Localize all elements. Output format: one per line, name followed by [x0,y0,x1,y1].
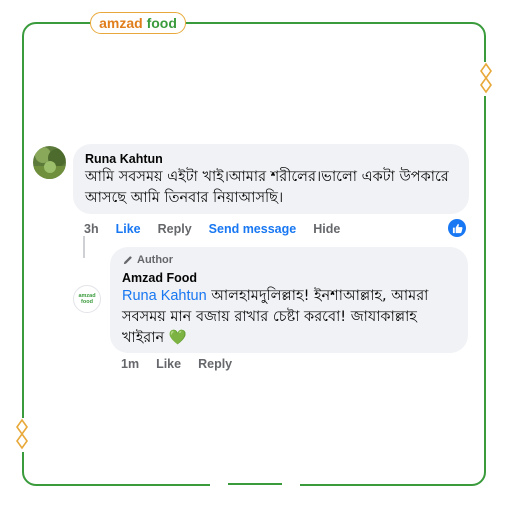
send-message-button[interactable]: Send message [209,222,297,236]
pencil-icon [123,255,132,264]
green-heart-emoji: 💚 [168,330,187,346]
thumbs-up-icon[interactable] [448,219,466,237]
bottom-divider [210,480,300,487]
comment-bubble: Runa Kahtun আমি সবসময় এইটা খাই।আমার শরী… [73,144,469,214]
brand-logo: amzad food [90,12,186,34]
right-diamond-ornament [478,62,494,96]
reply-bubble: Author Amzad Food Runa Kahtun আলহামদুলিল… [110,247,468,353]
reply-author-name[interactable]: Amzad Food [122,271,456,285]
reply-button[interactable]: Reply [158,222,192,236]
reply-reply-button[interactable]: Reply [198,357,232,371]
hide-button[interactable]: Hide [313,222,340,236]
reply-time: 1m [121,357,140,371]
like-button[interactable]: Like [116,222,141,236]
page-avatar[interactable]: amzad food [73,285,101,313]
comment-text: আমি সবসময় এইটা খাই।আমার শরীলের।ভালো একট… [85,169,449,206]
page-avatar-logo-text: amzad food [78,293,96,305]
mention-link[interactable]: Runa Kahtun [122,288,207,304]
author-badge-label: Author [137,254,174,266]
reply-text: Runa Kahtun আলহামদুলিল্লাহ! ইনশাআল্লাহ, … [122,286,456,349]
comment-author-name[interactable]: Runa Kahtun [85,152,457,166]
brand-logo-part1: amzad [99,15,143,31]
reply-like-button[interactable]: Like [156,357,181,371]
comment-actions: 3h Like Reply Send message Hide [84,222,357,236]
reply-actions: 1m Like Reply [121,357,249,371]
author-badge: Author [122,254,456,266]
brand-logo-part2: food [146,15,177,31]
commenter-avatar[interactable] [33,146,66,179]
comment-time: 3h [84,222,99,236]
left-diamond-ornament [14,418,30,452]
